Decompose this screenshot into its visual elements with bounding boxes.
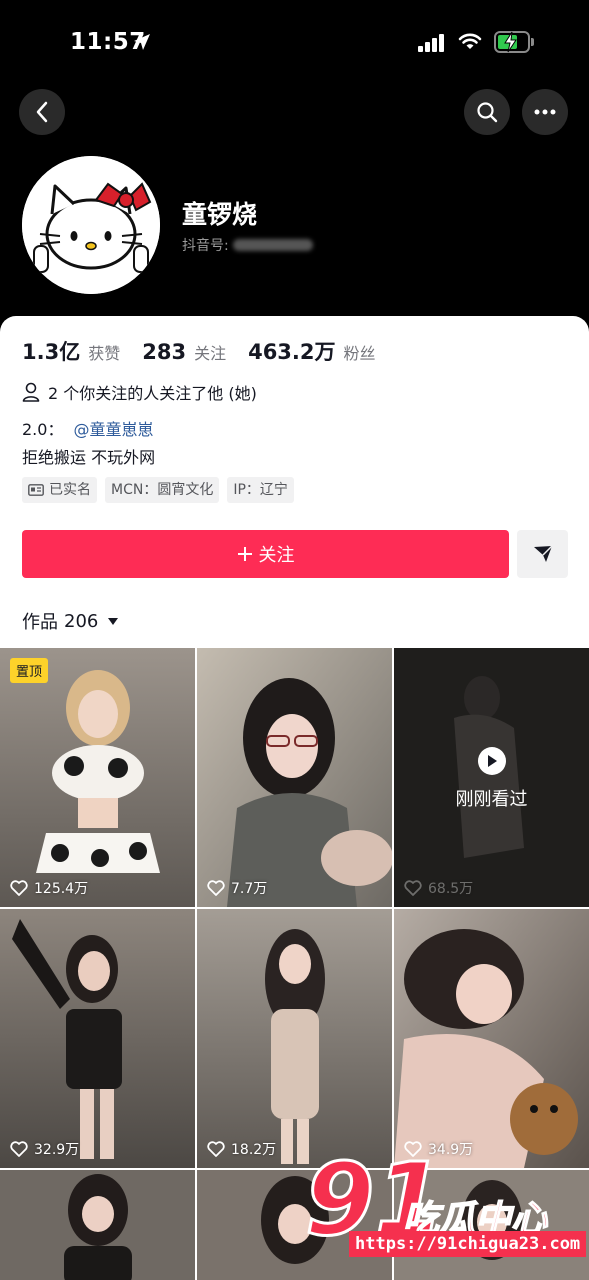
video-cover-image	[197, 909, 392, 1168]
following-label[interactable]: 关注	[194, 340, 226, 364]
search-button[interactable]	[464, 89, 510, 135]
works-tab[interactable]: 作品 206	[22, 608, 119, 634]
message-button[interactable]	[517, 530, 568, 578]
video-cover-image	[394, 909, 589, 1168]
followers-count[interactable]: 463.2万	[248, 336, 335, 366]
video-cover-image	[0, 1170, 195, 1280]
profile-stats: 1.3亿 获赞 283 关注 463.2万 粉丝	[22, 336, 394, 366]
video-likes: 34.9万	[404, 1139, 473, 1159]
douyin-id: 抖音号:	[182, 235, 313, 255]
video-thumbnail[interactable]: 刚刚看过 68.5万	[394, 648, 589, 907]
kitty-avatar-image	[22, 156, 160, 294]
following-count[interactable]: 283	[142, 340, 186, 364]
profile-name: 童锣烧	[182, 200, 258, 229]
video-thumbnail[interactable]	[197, 1170, 392, 1280]
video-cover-image	[394, 1170, 589, 1280]
person-icon	[22, 382, 40, 402]
recently-watched-overlay: 刚刚看过	[394, 747, 589, 811]
back-button[interactable]	[19, 89, 65, 135]
works-count: 206	[64, 610, 99, 632]
search-icon	[477, 102, 498, 123]
likes-label: 获赞	[88, 344, 121, 363]
video-thumbnail[interactable]	[394, 1170, 589, 1280]
follow-button-label: 关注	[258, 545, 295, 566]
play-icon	[477, 747, 506, 775]
video-thumbnail[interactable]: 7.7万	[197, 648, 392, 907]
bio-line-2: 拒绝搬运 不玩外网	[22, 448, 156, 467]
follow-button[interactable]: 关注	[22, 530, 509, 578]
recently-watched-label: 刚刚看过	[455, 789, 528, 810]
profile-info-card: 1.3亿 获赞 283 关注 463.2万 粉丝 2 个你关注的人关注了他 (她…	[0, 316, 589, 648]
profile-tags: 已实名 MCN：圆宵文化 IP：辽宁	[22, 477, 294, 503]
video-likes: 32.9万	[10, 1139, 79, 1159]
avatar[interactable]	[22, 156, 160, 294]
video-grid: 置顶 125.4万 7.7万 刚刚看过 68.5万 32.9万 18.2万 34…	[0, 648, 589, 1280]
douyin-id-value-blurred	[232, 239, 313, 251]
tag-ip-location: IP：辽宁	[227, 477, 294, 503]
heart-icon	[207, 1141, 225, 1157]
more-dots-icon	[534, 109, 556, 115]
video-thumbnail[interactable]: 32.9万	[0, 909, 195, 1168]
video-likes: 125.4万	[10, 878, 88, 898]
tag-verified: 已实名	[22, 477, 97, 503]
video-likes: 18.2万	[207, 1139, 276, 1159]
video-cover-image	[197, 1170, 392, 1280]
tag-mcn: MCN：圆宵文化	[105, 477, 220, 503]
send-paper-plane-icon	[533, 545, 553, 562]
followers-label[interactable]: 粉丝	[344, 340, 376, 364]
bio-prefix: 2.0：	[22, 420, 64, 439]
heart-icon	[207, 880, 225, 896]
video-thumbnail[interactable]: 置顶 125.4万	[0, 648, 195, 907]
likes-count: 1.3亿	[22, 340, 81, 364]
heart-icon	[404, 1141, 422, 1157]
mutual-followers[interactable]: 2 个你关注的人关注了他 (她)	[22, 380, 257, 404]
pinned-badge: 置顶	[10, 658, 49, 683]
video-likes: 68.5万	[404, 878, 473, 898]
chevron-left-icon	[36, 101, 48, 123]
caret-down-icon	[108, 617, 119, 625]
video-thumbnail[interactable]	[0, 1170, 195, 1280]
video-cover-image	[197, 648, 392, 907]
plus-icon	[237, 547, 252, 561]
bio-mention-link[interactable]: @童童崽崽	[73, 420, 153, 439]
video-cover-image	[0, 909, 195, 1168]
id-card-icon	[28, 484, 44, 496]
douyin-id-label: 抖音号:	[182, 238, 229, 254]
status-bar: 11:57	[0, 0, 589, 88]
location-arrow-icon	[134, 34, 150, 50]
heart-icon	[404, 880, 422, 896]
video-likes: 7.7万	[207, 878, 267, 898]
cellular-signal-icon	[418, 34, 446, 52]
heart-icon	[10, 1141, 28, 1157]
battery-icon	[494, 31, 530, 53]
bio-line-1: 2.0： @童童崽崽	[22, 416, 153, 440]
mutual-followers-text: 2 个你关注的人关注了他 (她)	[48, 384, 257, 403]
more-options-button[interactable]	[522, 89, 568, 135]
video-thumbnail[interactable]: 34.9万	[394, 909, 589, 1168]
heart-icon	[10, 880, 28, 896]
wifi-icon	[458, 33, 482, 49]
works-label: 作品	[22, 612, 58, 633]
video-cover-image	[0, 648, 195, 907]
video-thumbnail[interactable]: 18.2万	[197, 909, 392, 1168]
